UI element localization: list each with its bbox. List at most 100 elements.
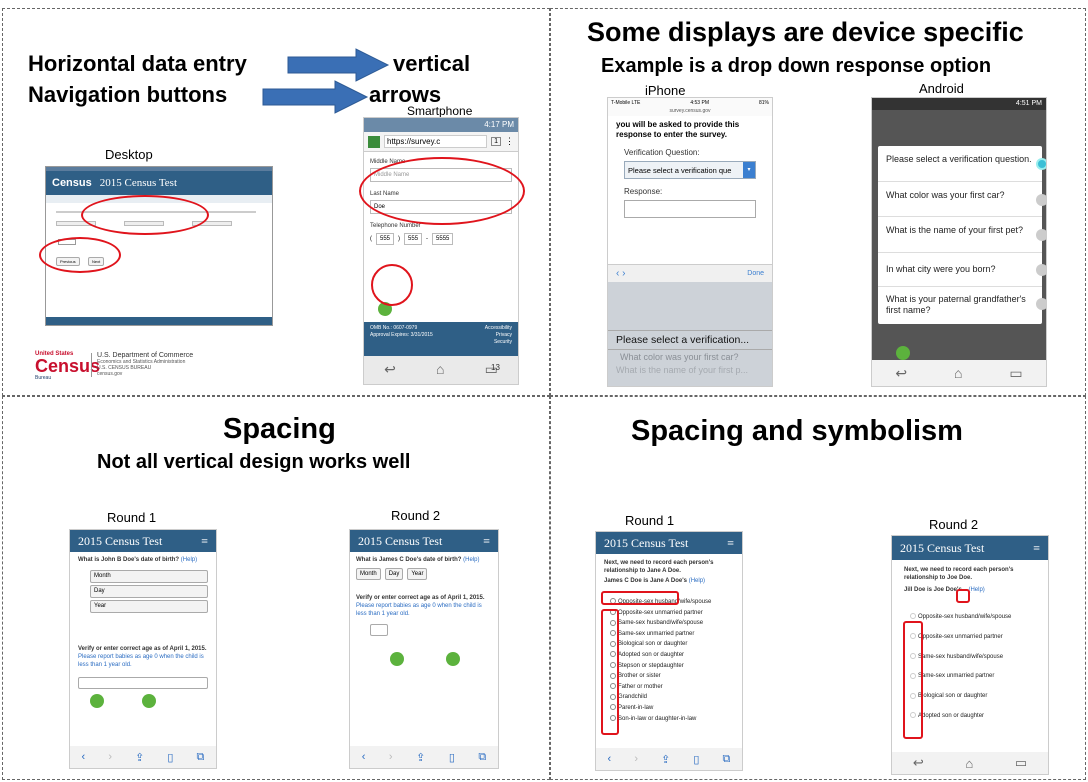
hamburger-menu-icon[interactable]: ≡ [201,534,208,549]
next-arrow-button[interactable] [896,346,910,360]
radio-option[interactable]: Biological son or daughter [910,687,1048,707]
radio-option[interactable]: Parent-in-law [610,703,742,714]
right-arrow-icon [262,80,369,114]
picker-wheel[interactable]: Please select a verification... What col… [608,282,772,386]
annotation-oval [371,264,413,306]
radio-option[interactable]: Same-sex unmarried partner [610,629,742,640]
prev-next-arrows-icon[interactable]: ‹ › [616,268,625,279]
month-select[interactable]: Month [90,570,208,583]
day-select[interactable]: Day [384,568,404,580]
picker-item[interactable]: What color was your first car? [620,352,739,362]
help-link[interactable]: (Help) [463,557,479,563]
radio-option[interactable]: Son-in-law or daughter-in-law [610,714,742,725]
year-select[interactable]: Year [90,600,208,613]
tel-area-input[interactable]: 555 [376,233,395,245]
annotation-box [601,609,619,735]
back-icon[interactable]: ↩ [895,365,907,382]
tel-line-input[interactable]: 5555 [432,233,454,245]
back-icon[interactable]: ↩ [913,755,924,771]
commerce-line1: U.S. Department of Commerce [97,352,194,359]
privacy-link[interactable]: Privacy [485,332,512,339]
month-select[interactable]: Month [356,568,381,580]
recents-icon[interactable]: ▭ [1015,755,1027,771]
app-title: 2015 Census Test [604,535,689,550]
tabs-icon[interactable]: ⧉ [478,751,486,764]
tabs-icon[interactable]: ⧉ [723,753,731,766]
line1-right-text: vertical [393,51,471,76]
bookmarks-icon[interactable]: ▯ [167,751,173,764]
radio-option[interactable]: Brother or sister [610,671,742,682]
q2-title: Some displays are device specific [587,17,1024,47]
forward-icon[interactable]: › [108,751,112,763]
picker-item-selected[interactable]: Please select a verification... [616,334,749,346]
android-option[interactable]: What is the name of your first pet? [886,225,1046,241]
help-link[interactable]: (Help) [968,587,984,593]
iphone-time: 4:53 PM [690,100,709,106]
android-option[interactable]: In what city were you born? [886,264,1046,276]
back-icon[interactable]: ↩ [384,361,396,378]
verification-select[interactable]: Please select a verification que ▾ [624,161,756,179]
radio-option[interactable]: Adopted son or daughter [610,650,742,661]
share-icon[interactable]: ⇪ [135,751,144,764]
previous-arrow-button[interactable] [390,652,404,666]
back-icon[interactable]: ‹ [608,753,612,765]
help-link[interactable]: (Help) [689,578,705,584]
hamburger-menu-icon[interactable]: ≡ [727,536,734,551]
radio-option[interactable]: Same-sex husband/wife/spouse [910,648,1048,668]
radio-option[interactable]: Same-sex unmarried partner [910,667,1048,687]
age-input[interactable] [78,677,208,689]
radio-option[interactable]: Biological son or daughter [610,639,742,650]
share-icon[interactable]: ⇪ [416,751,425,764]
overflow-menu-icon[interactable]: ⋮ [505,136,514,147]
forward-icon[interactable]: › [634,753,638,765]
help-link[interactable]: (Help) [181,557,197,563]
age-input[interactable] [370,624,388,636]
android-option[interactable]: Please select a verification question. [886,154,1046,170]
radio-option[interactable]: Opposite-sex husband/wife/spouse [910,608,1048,628]
round2-caption: Round 2 [391,508,441,523]
share-icon[interactable]: ⇪ [661,753,670,766]
radio-option[interactable]: Stepson or stepdaughter [610,661,742,672]
presentation-slide: Horizontal data entry vertical Navigatio… [0,0,1088,782]
picker-item[interactable]: What is the name of your first p... [616,365,748,375]
line1-left-text: Horizontal data entry [28,51,247,76]
hamburger-menu-icon[interactable]: ≡ [1033,541,1040,556]
android-caption: Android [919,81,964,96]
day-select[interactable]: Day [90,585,208,598]
radio-option[interactable]: Adopted son or daughter [910,707,1048,727]
tel-prefix-input[interactable]: 555 [404,233,423,245]
year-select[interactable]: Year [407,568,428,580]
home-icon[interactable]: ⌂ [436,361,444,377]
verify-note: Please report babies as age 0 when the c… [78,654,204,668]
smartphone-caption: Smartphone [407,104,473,118]
radio-option[interactable]: Same-sex husband/wife/spouse [610,618,742,629]
response-input[interactable] [624,200,756,218]
home-icon[interactable]: ⌂ [954,365,962,381]
next-arrow-button[interactable] [142,694,156,708]
next-arrow-button[interactable] [446,652,460,666]
security-link[interactable]: Security [485,339,512,346]
previous-arrow-button[interactable] [90,694,104,708]
iphone-url: survey.census.gov [608,108,772,116]
back-icon[interactable]: ‹ [362,751,366,763]
bookmarks-icon[interactable]: ▯ [693,753,699,766]
accessibility-link[interactable]: Accessibility [485,325,512,332]
home-icon[interactable]: ⌂ [965,756,973,771]
relationship-intro: Next, we need to record each person's re… [904,567,1014,581]
url-bar[interactable]: https://survey.c [384,135,488,148]
android-option[interactable]: What is your paternal grandfather's firs… [886,294,1046,316]
hamburger-menu-icon[interactable]: ≡ [483,534,490,549]
android-option[interactable]: What color was your first car? [886,190,1046,206]
radio-option[interactable]: Grandchild [610,692,742,703]
radio-option[interactable]: Opposite-sex unmarried partner [910,628,1048,648]
bookmarks-icon[interactable]: ▯ [449,751,455,764]
tabs-icon[interactable]: ⧉ [197,751,205,764]
radio-option[interactable]: Opposite-sex unmarried partner [610,608,742,619]
recents-icon[interactable]: ▭ [1009,365,1022,382]
android-dropdown-list: Please select a verification question. W… [878,146,1046,324]
radio-option[interactable]: Father or mother [610,682,742,693]
back-icon[interactable]: ‹ [82,751,86,763]
tab-count[interactable]: 1 [491,137,501,146]
forward-icon[interactable]: › [389,751,393,763]
done-button[interactable]: Done [747,270,764,277]
